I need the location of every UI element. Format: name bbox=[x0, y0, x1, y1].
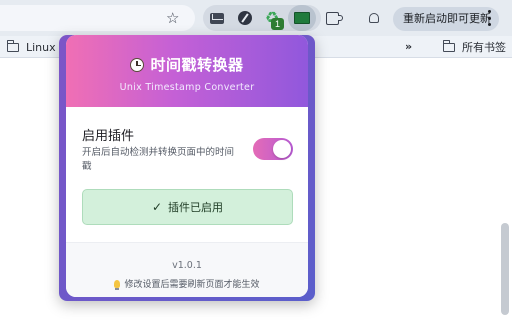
status-badge: ✓ 插件已启用 bbox=[82, 189, 293, 225]
enable-setting-description: 开启后自动检测并转换页面中的时间戳 bbox=[82, 147, 235, 172]
extension-badge: 1 bbox=[271, 18, 284, 30]
profile-icon[interactable] bbox=[365, 9, 383, 27]
page-scrollbar[interactable] bbox=[501, 223, 509, 315]
browser-menu-icon[interactable] bbox=[486, 10, 492, 26]
lightbulb-icon bbox=[114, 279, 121, 290]
bookmarks-overflow-button[interactable]: » bbox=[405, 40, 412, 54]
bookmark-folder-label: Linux bbox=[26, 40, 56, 54]
popup-footer: v1.0.1 修改设置后需要刷新页面才能生效 bbox=[66, 242, 308, 297]
folder-icon bbox=[442, 39, 455, 52]
version-label: v1.0.1 bbox=[172, 260, 202, 271]
compass-extension-icon[interactable] bbox=[235, 8, 255, 28]
toggle-knob bbox=[273, 140, 291, 158]
enable-setting-title: 启用插件 bbox=[82, 129, 135, 144]
bookmark-folder-all[interactable]: 所有书签 bbox=[442, 39, 506, 54]
timestamp-converter-extension-icon[interactable] bbox=[288, 5, 316, 31]
puzzle-icon[interactable] bbox=[322, 8, 343, 28]
tip-row: 修改设置后需要刷新页面才能生效 bbox=[66, 277, 308, 290]
popup-header: 时间戳转换器 Unix Timestamp Converter bbox=[66, 35, 308, 107]
extension-popup: 时间戳转换器 Unix Timestamp Converter 启用插件 开启后… bbox=[66, 35, 308, 297]
popup-title-row: 时间戳转换器 bbox=[66, 54, 308, 75]
mail-extension-icon[interactable] bbox=[207, 8, 227, 28]
bookmark-folder-label: 所有书签 bbox=[462, 41, 506, 54]
enable-toggle[interactable] bbox=[253, 138, 293, 160]
clock-icon bbox=[130, 57, 145, 72]
check-icon: ✓ bbox=[151, 200, 163, 214]
folder-icon bbox=[6, 39, 19, 52]
relaunch-update-button[interactable]: 重新启动即可更新 bbox=[393, 7, 499, 31]
bookmark-folder-linux[interactable]: Linux bbox=[6, 39, 56, 54]
bookmark-star-icon[interactable]: ☆ bbox=[166, 9, 179, 27]
tip-text: 修改设置后需要刷新页面才能生效 bbox=[124, 280, 260, 290]
popup-subtitle: Unix Timestamp Converter bbox=[119, 82, 255, 93]
popup-title: 时间戳转换器 bbox=[150, 56, 244, 74]
status-text: 插件已启用 bbox=[168, 201, 224, 214]
